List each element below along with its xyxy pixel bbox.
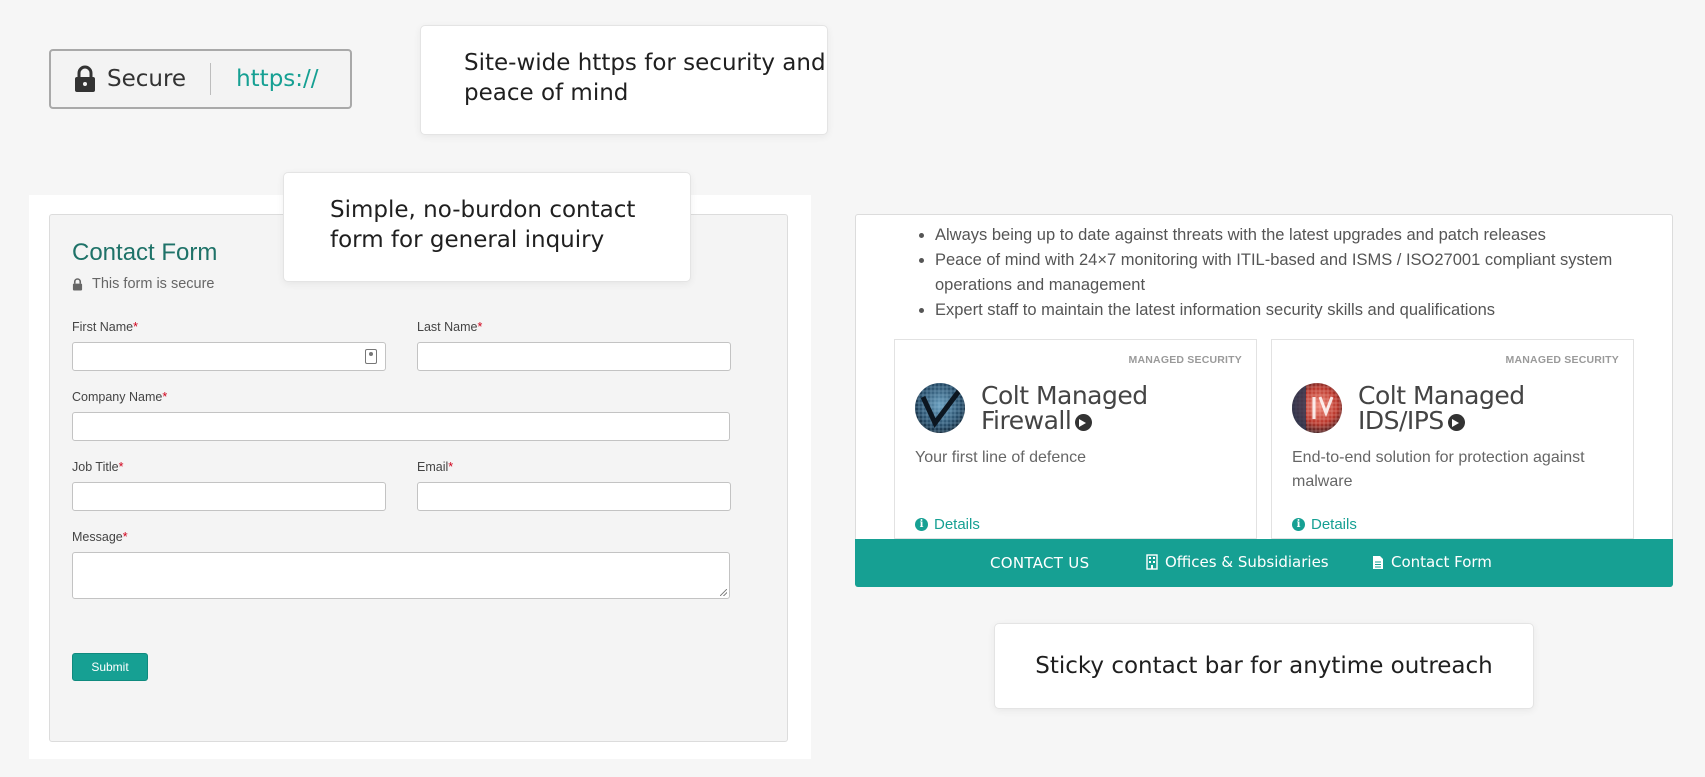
callout-https: Site-wide https for security and peace o… bbox=[420, 25, 828, 135]
form-secure-note: This form is secure bbox=[72, 276, 214, 292]
email-input[interactable] bbox=[417, 482, 731, 511]
callout-sticky: Sticky contact bar for anytime outreach bbox=[994, 623, 1534, 709]
email-label: Email* bbox=[417, 460, 454, 474]
product-title[interactable]: Colt Managed IDS/IPS bbox=[1358, 383, 1525, 433]
first-name-input[interactable] bbox=[72, 342, 386, 371]
building-icon bbox=[1146, 554, 1158, 570]
submit-button[interactable]: Submit bbox=[72, 653, 148, 681]
resize-handle[interactable] bbox=[720, 589, 727, 596]
firewall-product-icon bbox=[915, 383, 965, 433]
benefits-list: Always being up to date against threats … bbox=[877, 223, 1657, 323]
product-title[interactable]: Colt Managed Firewall bbox=[981, 383, 1148, 433]
contact-form-link[interactable]: Contact Form bbox=[1372, 553, 1492, 571]
offices-link[interactable]: Offices & Subsidiaries bbox=[1146, 553, 1329, 571]
info-icon: i bbox=[1292, 518, 1305, 531]
arrow-right-icon[interactable] bbox=[1075, 413, 1093, 431]
contact-us-label: CONTACT US bbox=[990, 554, 1090, 572]
sticky-contact-bar: CONTACT US Offices & Subsidiaries Contac… bbox=[855, 539, 1673, 587]
arrow-right-icon[interactable] bbox=[1447, 413, 1465, 431]
list-item: Expert staff to maintain the latest info… bbox=[919, 298, 1657, 323]
form-title: Contact Form bbox=[72, 239, 218, 266]
product-card-ids-ips: MANAGED SECURITY Colt Managed IDS/IPS En… bbox=[1271, 339, 1634, 539]
document-icon bbox=[1373, 555, 1383, 569]
message-label: Message* bbox=[72, 530, 128, 544]
divider bbox=[210, 63, 212, 95]
secure-label: Secure bbox=[107, 66, 187, 92]
ids-ips-product-icon bbox=[1292, 383, 1342, 433]
message-textarea[interactable] bbox=[72, 552, 730, 599]
job-title-label: Job Title* bbox=[72, 460, 124, 474]
info-icon: i bbox=[915, 518, 928, 531]
list-item: Always being up to date against threats … bbox=[919, 223, 1657, 248]
company-name-label: Company Name* bbox=[72, 390, 168, 404]
category-tag: MANAGED SECURITY bbox=[1505, 354, 1619, 366]
product-card-firewall: MANAGED SECURITY Colt Managed Firewall Y… bbox=[894, 339, 1257, 539]
callout-form: Simple, no-burdon contact form for gener… bbox=[283, 172, 691, 282]
product-description: End-to-end solution for protection again… bbox=[1292, 449, 1585, 490]
contact-card-icon[interactable] bbox=[365, 349, 377, 364]
first-name-label: First Name* bbox=[72, 320, 138, 334]
protocol-label: https:// bbox=[236, 66, 319, 92]
list-item: Peace of mind with 24×7 monitoring with … bbox=[919, 248, 1657, 298]
category-tag: MANAGED SECURITY bbox=[1128, 354, 1242, 366]
details-link[interactable]: i Details bbox=[1292, 516, 1357, 533]
last-name-input[interactable] bbox=[417, 342, 731, 371]
lock-icon bbox=[75, 65, 95, 92]
contact-form-panel bbox=[49, 214, 788, 742]
job-title-input[interactable] bbox=[72, 482, 386, 511]
address-bar[interactable]: Secure https:// bbox=[49, 49, 352, 109]
form-secure-text: This form is secure bbox=[92, 276, 215, 292]
lock-icon bbox=[72, 277, 83, 290]
company-name-input[interactable] bbox=[72, 412, 730, 441]
product-description: Your first line of defence bbox=[915, 449, 1087, 466]
last-name-label: Last Name* bbox=[417, 320, 483, 334]
details-link[interactable]: i Details bbox=[915, 516, 980, 533]
